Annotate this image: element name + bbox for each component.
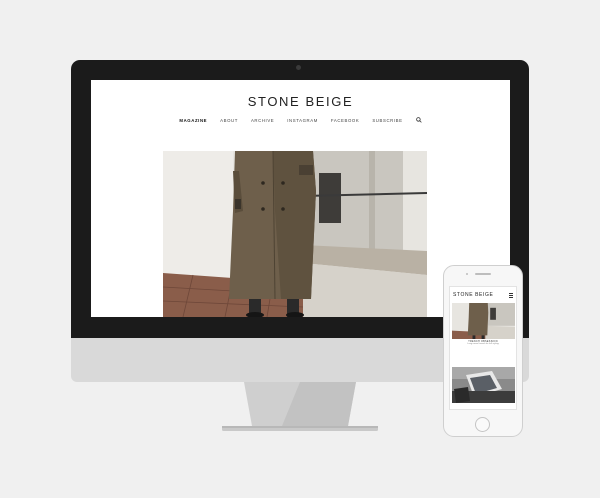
site-logo[interactable]: STONE BEIGE <box>91 94 510 109</box>
phone-speaker <box>475 273 491 275</box>
camera-icon <box>296 65 301 70</box>
nav-item-about[interactable]: ABOUT <box>220 118 238 123</box>
search-icon[interactable] <box>415 117 422 123</box>
nav-item-facebook[interactable]: FACEBOOK <box>331 118 359 123</box>
mobile-website-screen: STONE BEIGE TRENCH OBSESSION Long camel … <box>449 286 517 410</box>
mobile-site-logo[interactable]: STONE BEIGE <box>453 292 493 298</box>
nav-item-magazine[interactable]: MAGAZINE <box>179 118 207 123</box>
hero-photo[interactable] <box>163 151 427 317</box>
imac-stand <box>222 382 378 432</box>
home-button[interactable] <box>475 417 490 432</box>
mobile-post-subtitle: Long camel trench for fall styling <box>467 343 499 345</box>
nav-item-archive[interactable]: ARCHIVE <box>251 118 274 123</box>
hamburger-icon[interactable] <box>509 293 513 298</box>
mobile-hero-photo[interactable] <box>452 303 515 339</box>
nav-item-subscribe[interactable]: SUBSCRIBE <box>372 118 402 123</box>
mobile-second-photo[interactable] <box>452 367 515 403</box>
phone-camera-icon <box>466 273 468 275</box>
nav-item-instagram[interactable]: INSTAGRAM <box>287 118 318 123</box>
main-nav: MAGAZINE ABOUT ARCHIVE INSTAGRAM FACEBOO… <box>91 117 510 123</box>
